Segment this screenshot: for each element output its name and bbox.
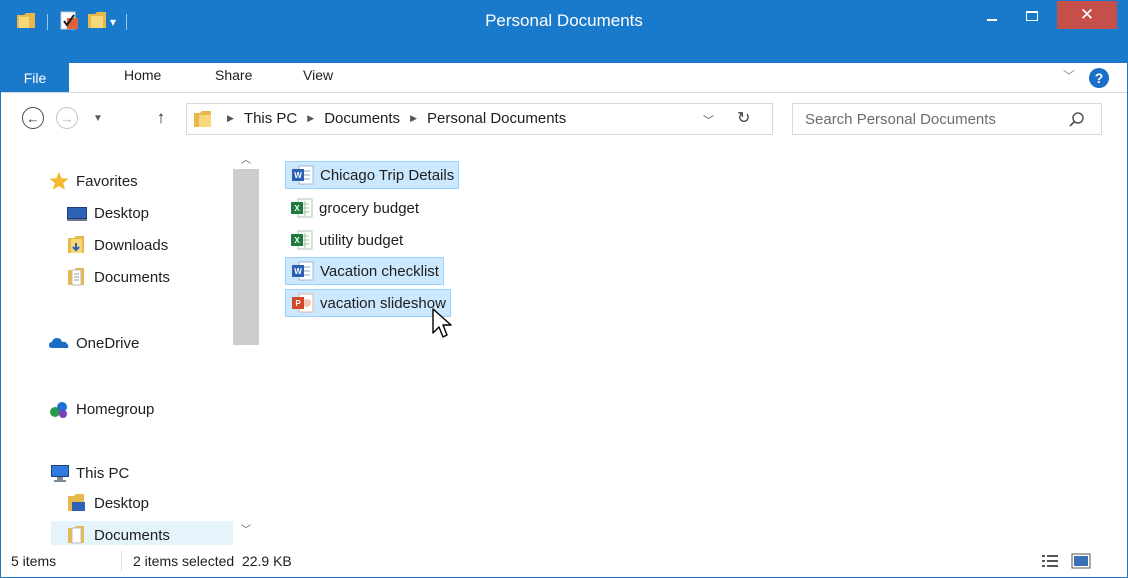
window-title: Personal Documents	[485, 11, 643, 30]
svg-text:X: X	[294, 204, 300, 213]
breadcrumb-personal-documents[interactable]: Personal Documents	[427, 110, 566, 127]
search-box[interactable]	[792, 103, 1102, 135]
maximize-icon	[1026, 11, 1038, 21]
scroll-up-icon[interactable]: ︿	[241, 151, 251, 166]
file-item-vacation-checklist[interactable]: W Vacation checklist	[285, 257, 444, 285]
sidebar-item-label: Favorites	[76, 172, 138, 190]
word-doc-icon: W	[290, 164, 316, 186]
mouse-cursor-icon	[432, 308, 452, 338]
search-icon[interactable]	[1067, 110, 1087, 130]
sidebar-item-documents[interactable]: Documents	[66, 263, 170, 291]
word-doc-icon: W	[290, 260, 316, 282]
refresh-icon[interactable]: ↻	[737, 108, 750, 128]
forward-arrow-icon[interactable]: →	[56, 107, 78, 129]
scroll-down-icon[interactable]: ﹀	[241, 521, 251, 536]
breadcrumb-separator-icon[interactable]: ▶	[307, 113, 314, 124]
tab-view[interactable]: View	[303, 67, 333, 83]
desktop-folder-icon	[66, 493, 88, 513]
sidebar-item-favorites[interactable]: Favorites	[48, 167, 138, 195]
sidebar-item-label: Homegroup	[76, 400, 155, 418]
details-view-icon[interactable]	[1041, 553, 1059, 569]
documents-icon	[66, 267, 88, 287]
excel-sheet-icon: X	[289, 229, 315, 251]
minimize-icon	[987, 19, 997, 21]
sidebar-item-this-pc[interactable]: This PC	[48, 459, 129, 487]
close-button[interactable]: ✕	[1057, 1, 1117, 29]
file-item-grocery-budget[interactable]: X grocery budget	[285, 194, 423, 222]
back-arrow-icon[interactable]: ←	[22, 107, 44, 129]
large-icons-view-icon[interactable]	[1071, 552, 1091, 570]
downloads-icon	[66, 235, 88, 255]
file-name: grocery budget	[319, 199, 420, 217]
sidebar-item-label: Desktop	[94, 204, 150, 222]
sidebar-item-desktop-pc[interactable]: Desktop	[66, 489, 149, 517]
file-name: Chicago Trip Details	[320, 166, 455, 184]
sidebar-item-downloads[interactable]: Downloads	[66, 231, 168, 259]
help-icon[interactable]: ?	[1089, 68, 1109, 88]
sidebar-item-label: Documents	[94, 526, 170, 544]
sidebar-item-documents-pc[interactable]: Documents	[51, 521, 233, 545]
star-icon	[48, 171, 70, 191]
up-arrow-icon[interactable]: ↑	[151, 105, 171, 131]
file-item-chicago-trip-details[interactable]: W Chicago Trip Details	[285, 161, 460, 189]
sidebar-item-label: Downloads	[94, 236, 169, 254]
close-icon: ✕	[1079, 5, 1095, 25]
address-row: ← → ▼ ↑ ▶ This PC ▶ Documents ▶ Personal…	[1, 93, 1127, 147]
maximize-button[interactable]	[1017, 1, 1047, 31]
sidebar-item-homegroup[interactable]: Homegroup	[48, 395, 154, 423]
file-name: vacation slideshow	[320, 294, 446, 312]
tab-file[interactable]: File	[1, 63, 69, 92]
breadcrumb-documents[interactable]: Documents	[324, 110, 400, 127]
folder-icon	[193, 109, 213, 133]
status-bar: 5 items 2 items selected 22.9 KB	[1, 545, 1127, 577]
sidebar-item-onedrive[interactable]: OneDrive	[48, 329, 139, 357]
tab-share[interactable]: Share	[215, 67, 252, 83]
powerpoint-icon: P	[290, 292, 316, 314]
breadcrumb-this-pc[interactable]: This PC	[244, 110, 297, 127]
sidebar-item-label: OneDrive	[76, 334, 140, 352]
desktop-icon	[66, 203, 88, 223]
file-item-utility-budget[interactable]: X utility budget	[285, 226, 407, 254]
svg-text:X: X	[294, 236, 300, 245]
documents-icon	[66, 525, 88, 545]
search-input[interactable]	[793, 104, 1063, 134]
ribbon-tabs: File Home Share View ﹀ ?	[1, 63, 1127, 93]
file-item-vacation-slideshow[interactable]: P vacation slideshow	[285, 289, 451, 317]
svg-text:W: W	[294, 267, 302, 276]
sidebar-item-label: This PC	[76, 464, 130, 482]
file-name: Vacation checklist	[320, 262, 439, 280]
svg-text:P: P	[295, 299, 301, 308]
sidebar-item-desktop[interactable]: Desktop	[66, 199, 149, 227]
breadcrumb-separator-icon[interactable]: ▶	[410, 113, 417, 124]
file-list: W Chicago Trip Details X grocery budget …	[259, 147, 1127, 545]
tab-home[interactable]: Home	[124, 67, 161, 83]
chevron-down-icon[interactable]: ﹀	[703, 112, 714, 128]
sidebar-item-label: Documents	[94, 268, 170, 286]
chevron-down-icon[interactable]: ﹀	[1063, 67, 1075, 84]
title-bar: ▾ Personal Documents ✕	[1, 1, 1127, 63]
explorer-window: ▾ Personal Documents ✕ File Home Share V…	[0, 0, 1128, 578]
sidebar-item-label: Desktop	[94, 494, 150, 512]
chevron-down-icon[interactable]: ▼	[89, 107, 107, 129]
homegroup-icon	[48, 399, 70, 419]
sidebar-scrollbar[interactable]: ︿ ﹀	[233, 147, 259, 545]
file-name: utility budget	[319, 231, 404, 249]
onedrive-icon	[48, 333, 70, 353]
navigation-pane: Favorites Desktop Downloads Documents On…	[1, 147, 259, 545]
minimize-button[interactable]	[977, 1, 1007, 31]
item-count: 5 items	[11, 553, 57, 569]
address-bar[interactable]: ▶ This PC ▶ Documents ▶ Personal Documen…	[186, 103, 773, 135]
svg-text:W: W	[294, 171, 302, 180]
computer-icon	[48, 463, 70, 483]
breadcrumb: ▶ This PC ▶ Documents ▶ Personal Documen…	[217, 110, 566, 127]
scrollbar-thumb[interactable]	[233, 169, 259, 345]
selection-info: 2 items selected 22.9 KB	[133, 553, 292, 569]
excel-sheet-icon: X	[289, 197, 315, 219]
breadcrumb-separator-icon[interactable]: ▶	[227, 113, 234, 124]
status-separator	[121, 551, 122, 571]
